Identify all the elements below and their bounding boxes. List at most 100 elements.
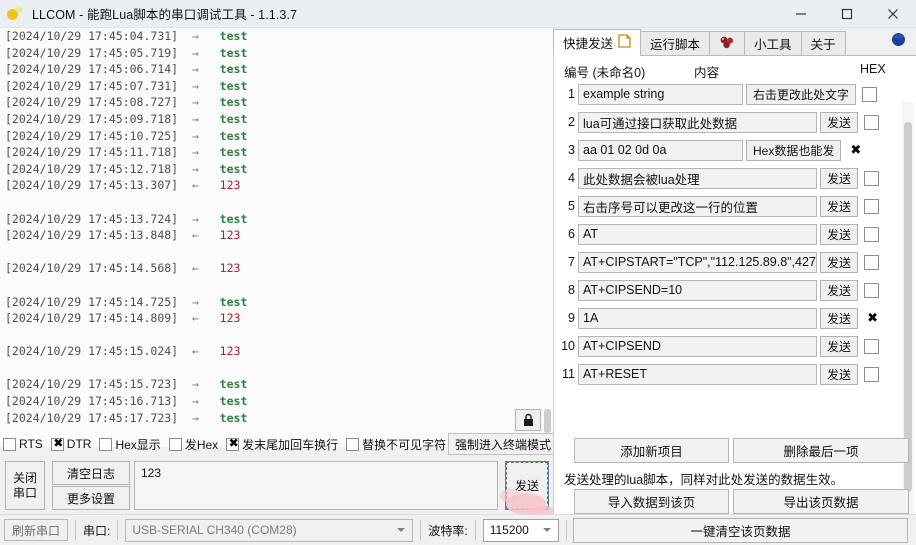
row-send-button[interactable]: 发送: [820, 279, 859, 301]
row-send-button[interactable]: 发送: [820, 363, 859, 385]
add-item-button[interactable]: 添加新项目: [574, 438, 729, 463]
option-hex-display[interactable]: Hex显示: [99, 436, 161, 453]
log-timestamp: [2024/10/29 17:45:05.719]: [5, 45, 179, 60]
tab-5[interactable]: 关于: [800, 31, 846, 56]
row-hex-checkbox[interactable]: [864, 114, 880, 130]
row-send-button[interactable]: 发送: [820, 111, 859, 133]
row-content-input[interactable]: 此处数据会被lua处理: [578, 167, 817, 189]
row-content-input[interactable]: lua可通过接口获取此处数据: [578, 111, 817, 133]
row-hex-checkbox[interactable]: [864, 366, 880, 382]
import-data-button[interactable]: 导入数据到该页: [574, 489, 729, 514]
log-message: test: [219, 78, 248, 93]
baud-select[interactable]: 115200: [482, 518, 559, 542]
hex-display-checkbox[interactable]: [99, 437, 113, 451]
row-content-input[interactable]: 右击序号可以更改这一行的位置: [578, 195, 817, 217]
close-port-button[interactable]: 关闭 串口: [5, 461, 45, 510]
row-index[interactable]: 5: [554, 199, 578, 213]
divider: [565, 520, 567, 540]
minimize-icon[interactable]: [778, 0, 824, 27]
log-message: test: [219, 294, 248, 309]
clear-page-button[interactable]: 一键清空该页数据: [573, 518, 908, 543]
log-timestamp: [2024/10/29 17:45:09.718]: [5, 111, 179, 126]
tab-3[interactable]: [709, 31, 746, 56]
row-index[interactable]: 4: [554, 171, 578, 185]
row-content-input[interactable]: AT+CIPSEND=10: [578, 279, 817, 301]
row-send-button[interactable]: 发送: [820, 307, 859, 329]
append-crlf-label: 发末尾加回车换行: [242, 437, 339, 452]
replace-invisible-checkbox[interactable]: [346, 437, 360, 451]
row-index[interactable]: 7: [554, 255, 578, 269]
option-rts[interactable]: RTS: [3, 437, 43, 451]
row-index[interactable]: 8: [554, 283, 578, 297]
column-header-no: 编号 (未命名0): [564, 66, 646, 80]
globe-icon[interactable]: [891, 32, 906, 47]
delete-last-button[interactable]: 删除最后一项: [733, 438, 909, 463]
row-hex-checkbox[interactable]: [864, 198, 880, 214]
quick-send-row: 6 AT 发送: [554, 222, 916, 246]
log-timestamp: [2024/10/29 17:45:11.718]: [5, 145, 179, 160]
row-content-input[interactable]: AT: [578, 223, 817, 245]
row-index[interactable]: 6: [554, 227, 578, 241]
row-content-input[interactable]: 1A: [578, 307, 817, 329]
log-direction-arrow: →: [191, 78, 199, 93]
row-send-button[interactable]: 发送: [820, 167, 859, 189]
port-select[interactable]: USB-SERIAL CH340 (COM28): [125, 518, 414, 542]
row-hex-checkbox[interactable]: [847, 143, 863, 159]
row-send-button[interactable]: Hex数据也能发: [746, 139, 842, 161]
close-icon[interactable]: [870, 0, 916, 27]
row-index[interactable]: 3: [554, 143, 578, 157]
serial-log-output[interactable]: [2024/10/29 17:45:04.731] → test [2024/10…: [0, 28, 553, 447]
log-message: test: [219, 377, 248, 392]
send-hex-checkbox[interactable]: [168, 437, 182, 451]
tab-4[interactable]: 小工具: [744, 31, 802, 56]
title-bar: LLCOM - 能跑Lua脚本的串口调试工具 - 1.1.3.7: [0, 0, 916, 28]
send-input[interactable]: 123: [134, 461, 498, 510]
row-hex-checkbox[interactable]: [864, 338, 880, 354]
option-dtr[interactable]: DTR: [50, 436, 91, 451]
row-hex-checkbox[interactable]: [864, 254, 880, 270]
rts-checkbox[interactable]: [3, 437, 16, 451]
row-send-button[interactable]: 发送: [820, 251, 859, 273]
row-index[interactable]: 9: [554, 311, 578, 325]
log-line: [2024/10/29 17:45:13.724] → test: [0, 211, 553, 228]
log-direction-arrow: →: [191, 145, 199, 160]
quick-send-row: 1 example string 右击更改此处文字: [554, 82, 916, 106]
row-content-input[interactable]: example string: [578, 83, 743, 105]
option-send-hex[interactable]: 发Hex: [168, 436, 218, 453]
option-append-crlf[interactable]: 发末尾加回车换行: [226, 436, 338, 453]
row-index[interactable]: 10: [554, 339, 578, 353]
dtr-checkbox[interactable]: [50, 436, 65, 451]
row-index[interactable]: 2: [554, 115, 578, 129]
append-crlf-checkbox[interactable]: [226, 436, 240, 451]
lock-scroll-button[interactable]: [515, 409, 541, 431]
row-send-button[interactable]: 右击更改此处文字: [746, 83, 857, 105]
row-send-button[interactable]: 发送: [820, 223, 859, 245]
row-hex-checkbox[interactable]: [862, 86, 878, 102]
row-hex-checkbox[interactable]: [864, 226, 880, 242]
refresh-ports-button[interactable]: 刷新串口: [4, 519, 69, 541]
row-index[interactable]: 1: [554, 87, 578, 101]
row-content-input[interactable]: aa 01 02 0d 0a: [578, 139, 743, 161]
row-content-input[interactable]: AT+CIPSTART="TCP","112.125.89.8",427: [578, 251, 817, 273]
row-content-input[interactable]: AT+CIPSEND: [578, 335, 817, 357]
terminal-mode-button[interactable]: 强制进入终端模式: [448, 433, 559, 455]
row-hex-checkbox[interactable]: [864, 282, 880, 298]
close-port-line2: 串口: [12, 485, 37, 500]
log-scrollbar-thumb[interactable]: [544, 409, 551, 433]
row-index[interactable]: 11: [554, 367, 578, 381]
log-direction-arrow: →: [191, 45, 199, 60]
tab-1[interactable]: 快捷发送: [553, 29, 642, 56]
row-send-button[interactable]: 发送: [820, 195, 859, 217]
maximize-icon[interactable]: [824, 0, 870, 27]
export-data-button[interactable]: 导出该页数据: [733, 489, 909, 514]
row-send-button[interactable]: 发送: [820, 335, 859, 357]
send-button[interactable]: 发送: [505, 461, 549, 510]
row-hex-checkbox[interactable]: [864, 311, 880, 327]
row-hex-checkbox[interactable]: [864, 170, 880, 186]
tab-2[interactable]: 运行脚本: [640, 31, 711, 56]
row-content-input[interactable]: AT+RESET: [578, 363, 817, 385]
option-replace-invisible[interactable]: 替换不可见字符: [346, 436, 446, 453]
clear-log-button[interactable]: 清空日志: [52, 461, 130, 485]
more-settings-button[interactable]: 更多设置: [52, 486, 130, 510]
